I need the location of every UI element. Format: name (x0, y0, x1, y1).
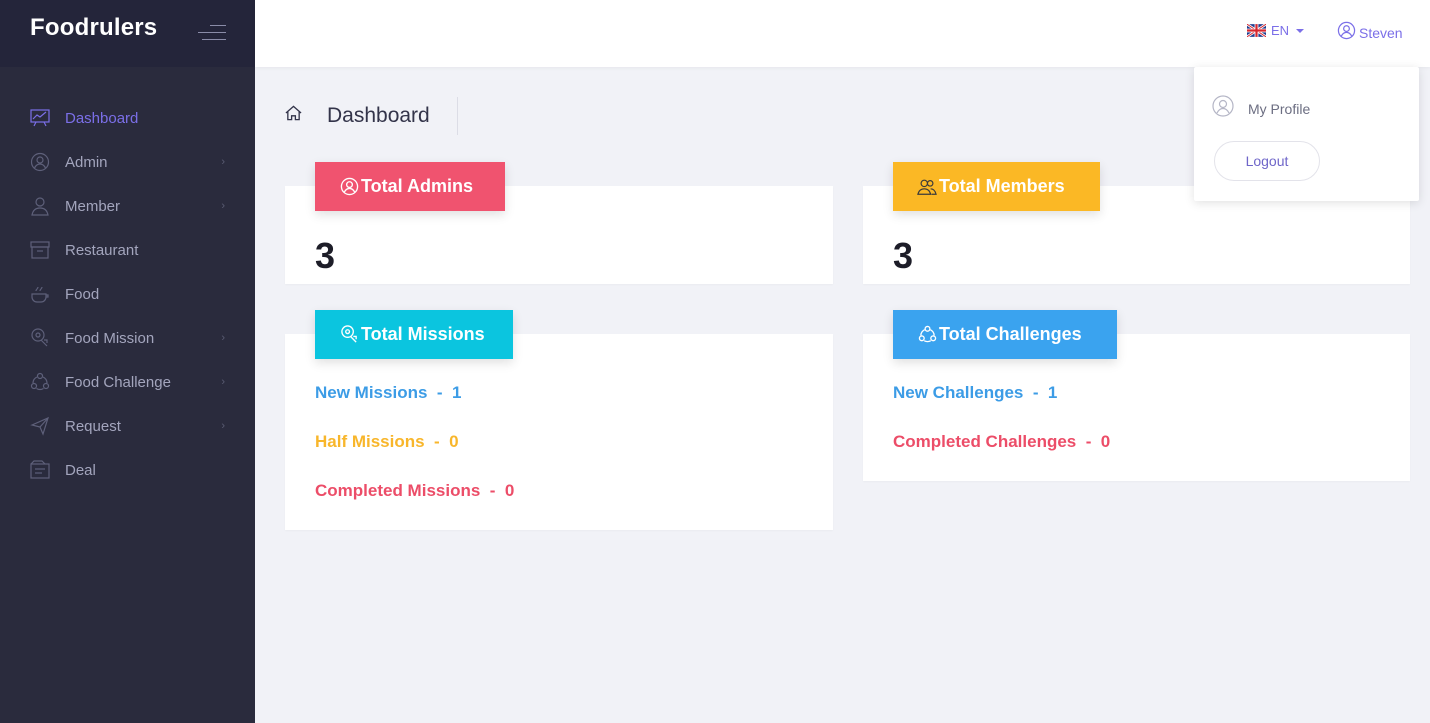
restaurant-icon (30, 240, 50, 260)
sidebar-item-label: Admin (65, 153, 108, 171)
total-challenges-title: Total Challenges (939, 324, 1082, 344)
profile-icon (1212, 95, 1234, 122)
total-members-value: 3 (893, 235, 914, 276)
brand-bar: Foodrulers (0, 0, 255, 67)
home-icon[interactable] (285, 105, 302, 126)
new-challenges-stat: New Challenges - 1 (893, 383, 1058, 402)
members-icon (917, 177, 937, 197)
user-dropdown: My Profile Logout (1194, 67, 1419, 201)
sidebar-item-food-mission[interactable]: Food Mission › (0, 316, 255, 360)
sidebar-item-food[interactable]: Food (0, 272, 255, 316)
admin-icon (339, 177, 359, 197)
sidebar-item-food-challenge[interactable]: Food Challenge › (0, 360, 255, 404)
language-label: EN (1271, 23, 1290, 38)
caret-down-icon (1296, 28, 1305, 33)
sidebar-item-restaurant[interactable]: Restaurant (0, 228, 255, 272)
total-missions-card: New Missions - 1 Half Missions - 0 Compl… (285, 334, 833, 530)
sidebar-item-request[interactable]: Request › (0, 404, 255, 448)
total-members-title: Total Members (939, 176, 1065, 196)
sidebar-item-label: Food Mission (65, 329, 155, 347)
sidebar-item-label: Food (65, 285, 100, 303)
half-missions-stat: Half Missions - 0 (315, 432, 459, 451)
menu-toggle-icon[interactable] (198, 22, 226, 42)
total-admins-title: Total Admins (361, 176, 473, 196)
food-mission-icon (339, 325, 359, 345)
uk-flag-icon (1246, 23, 1267, 38)
food-icon (30, 284, 50, 304)
sidebar-item-deal[interactable]: Deal (0, 448, 255, 492)
brand-logo[interactable]: Foodrulers (30, 14, 157, 42)
request-icon (30, 416, 50, 436)
top-header: EN Steven (255, 0, 1430, 67)
my-profile-label: My Profile (1248, 100, 1311, 117)
chevron-right-icon: › (221, 376, 225, 388)
user-circle-icon (1337, 21, 1356, 45)
sidebar-item-member[interactable]: Member › (0, 184, 255, 228)
admin-icon (30, 152, 50, 172)
sidebar-item-label: Deal (65, 461, 96, 479)
total-challenges-tag: Total Challenges (893, 310, 1117, 359)
food-challenge-icon (30, 372, 50, 392)
total-admins-value: 3 (315, 235, 336, 276)
food-mission-icon (30, 328, 50, 348)
user-name: Steven (1359, 25, 1403, 41)
sidebar: Foodrulers Dashboard Admin › Member › Re… (0, 0, 255, 723)
chevron-right-icon: › (221, 200, 225, 212)
sidebar-nav: Dashboard Admin › Member › Restaurant Fo… (0, 96, 255, 492)
language-selector[interactable]: EN (1246, 23, 1305, 38)
completed-missions-stat: Completed Missions - 0 (315, 481, 515, 500)
sidebar-item-label: Food Challenge (65, 373, 171, 391)
sidebar-item-label: Member (65, 197, 121, 215)
sidebar-item-label: Dashboard (65, 109, 139, 127)
page-title: Dashboard (327, 104, 430, 127)
chevron-right-icon: › (221, 420, 225, 432)
sidebar-item-label: Restaurant (65, 241, 139, 259)
my-profile-link[interactable]: My Profile (1212, 95, 1310, 122)
member-icon (30, 196, 50, 216)
total-missions-tag: Total Missions (315, 310, 513, 359)
dashboard-icon (30, 108, 50, 128)
completed-challenges-stat: Completed Challenges - 0 (893, 432, 1111, 451)
logout-button[interactable]: Logout (1214, 141, 1320, 181)
total-admins-tag: Total Admins (315, 162, 505, 211)
total-members-tag: Total Members (893, 162, 1100, 211)
user-menu[interactable]: Steven (1337, 21, 1403, 45)
sidebar-item-admin[interactable]: Admin › (0, 140, 255, 184)
breadcrumb-divider (457, 97, 458, 135)
chevron-right-icon: › (221, 156, 225, 168)
total-missions-title: Total Missions (361, 324, 485, 344)
food-challenge-icon (917, 325, 937, 345)
deal-icon (30, 460, 50, 480)
chevron-right-icon: › (221, 332, 225, 344)
new-missions-stat: New Missions - 1 (315, 383, 462, 402)
sidebar-item-dashboard[interactable]: Dashboard (0, 96, 255, 140)
sidebar-item-label: Request (65, 417, 121, 435)
